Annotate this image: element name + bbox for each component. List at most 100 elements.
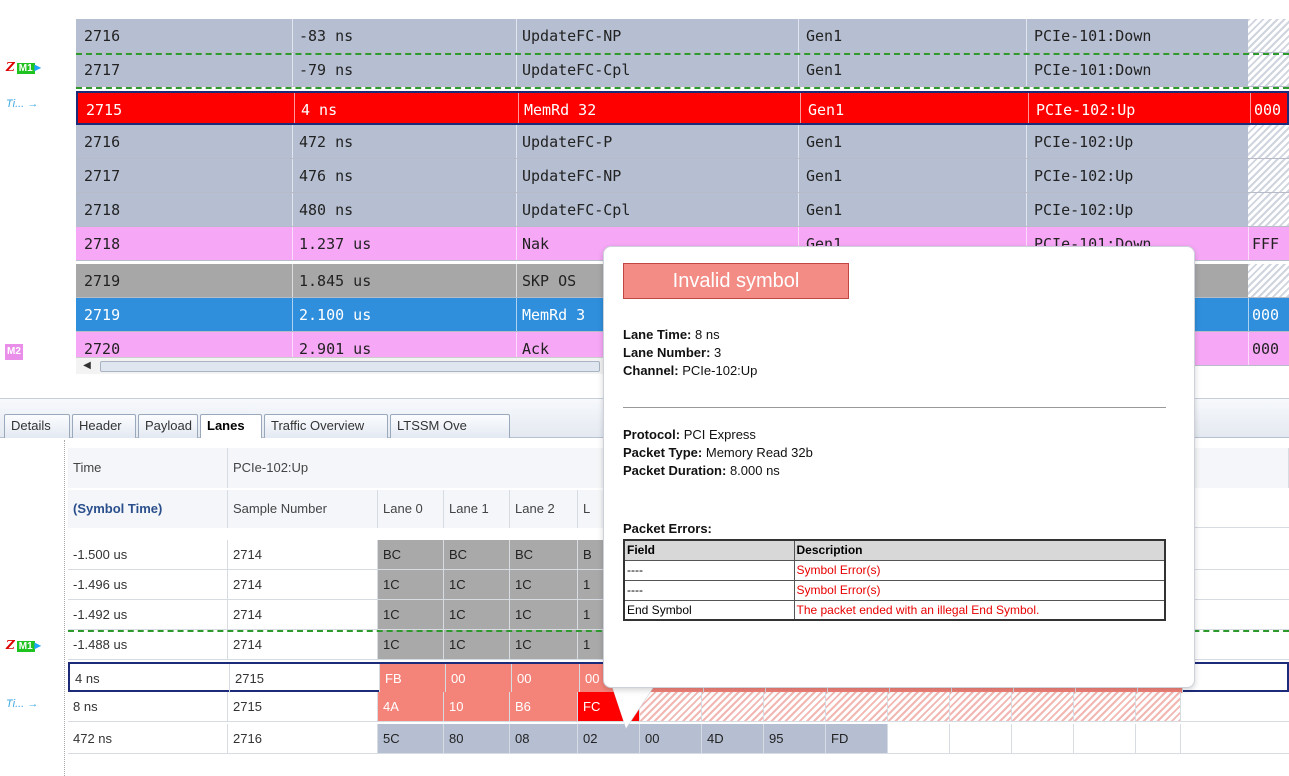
horizontal-scrollbar[interactable]: ◀ [76,357,606,374]
lane-cell-value [1136,724,1181,753]
column-divider [292,53,293,86]
lane-cell-value: 00 [640,724,702,753]
packet-cell-gen: Gen1 [806,27,843,45]
column-divider [798,193,799,226]
packet-cell-num: 2719 [84,272,121,290]
lane-cell-time: -1.496 us [68,570,228,599]
lane-cell-value: 95 [764,724,826,753]
lane-row[interactable]: 472 ns 2716 5C 80 08 02 00 4D 95 FD [68,724,1289,754]
lane-cell-value: 80 [444,724,510,753]
error-field: ---- [623,559,795,581]
packet-row[interactable]: 2717 -79 ns UpdateFC-Cpl Gen1 PCIe-101:Down [76,53,1289,87]
lane-cell-value: 1C [444,630,510,659]
column-divider [516,19,517,52]
marker-m2[interactable]: M2 [5,344,23,360]
column-divider [294,93,295,123]
column-divider [518,93,519,123]
errors-header-description: Description [793,539,1166,561]
column-divider [292,298,293,331]
lane-cell-value: 1C [510,600,578,629]
packet-row[interactable]: 2716 -83 ns UpdateFC-NP Gen1 PCIe-101:Down [76,19,1289,53]
lane-cell-value: 4A [378,692,444,721]
lane-cell-value: 5C [378,724,444,753]
lane-cell-value [950,692,1012,721]
packet-cell-type: UpdateFC-NP [522,27,622,45]
packet-cell-num: 2717 [84,61,121,79]
marker-m1[interactable]: Z M1 ▸ [6,60,41,74]
header-symbol-time: (Symbol Time) [68,490,228,528]
column-divider [1026,53,1027,86]
lane-cell-sample: 2715 [228,692,378,721]
tab-lanes[interactable]: Lanes [200,414,262,438]
scroll-left-icon[interactable]: ◀ [80,360,94,373]
marker-z-icon: Z [6,638,15,652]
packet-cell-gen: Gen1 [808,101,845,119]
lane-cell-value [950,724,1012,753]
marker-line [76,87,1289,89]
packet-row[interactable]: 2717 476 ns UpdateFC-NP Gen1 PCIe-102:Up [76,159,1289,193]
lane-row[interactable]: 8 ns 2715 4A 10 B6 FC [68,692,1289,722]
lane-cell-value: 1C [378,600,444,629]
lane-cell-value [826,692,888,721]
packet-cell-time: 1.237 us [299,235,372,253]
lane-cell-value [1074,724,1136,753]
hatched-cell [1248,159,1289,192]
lane-cell-time: -1.492 us [68,600,228,629]
lane-cell-value [1136,692,1181,721]
lane-cell-value: 1C [510,630,578,659]
marker-ti-label: Ti... [6,698,25,710]
column-divider [1026,19,1027,52]
packet-cell-time: -83 ns [299,27,354,45]
packet-cell-time: 480 ns [299,201,354,219]
lane-number-line: Lane Number: 3 [623,345,721,360]
protocol-value: PCI Express [683,427,756,442]
packet-duration-line: Packet Duration: 8.000 ns [623,463,780,478]
packet-cell-type: UpdateFC-P [522,133,613,151]
column-divider [516,264,517,297]
channel-line: Channel: PCIe-102:Up [623,363,757,378]
errors-header-field: Field [623,539,795,561]
tab-ltssm-ove[interactable]: LTSSM Ove [390,414,510,438]
lane-cell-value: BC [510,540,578,569]
packet-row[interactable]: 2718 480 ns UpdateFC-Cpl Gen1 PCIe-102:Up [76,193,1289,227]
packet-row[interactable]: 2715 4 ns MemRd 32 Gen1 PCIe-102:Up 000 [76,91,1289,125]
packet-cell-channel: PCIe-101:Down [1034,61,1152,79]
column-divider [516,298,517,331]
marker-m1-lanes[interactable]: Z M1 ▸ [6,638,41,652]
error-description: Symbol Error(s) [793,559,1166,581]
marker-m1-tag: M1 [16,63,35,74]
tab-details[interactable]: Details [4,414,70,438]
lane-time-line: Lane Time: 8 ns [623,327,720,342]
column-divider [516,53,517,86]
scrollbar-thumb[interactable] [100,361,600,372]
packet-cell-num: 2718 [84,235,121,253]
tab-header[interactable]: Header [72,414,136,438]
lane-cell-value: 10 [444,692,510,721]
packet-cell-channel: PCIe-102:Up [1034,167,1134,185]
lane-cell-sample: 2715 [230,664,380,693]
packet-row[interactable]: 2716 472 ns UpdateFC-P Gen1 PCIe-102:Up [76,125,1289,159]
lane-cell-value: 00 [512,664,580,693]
lane-cell-value: 1C [510,570,578,599]
packet-errors-label: Packet Errors: [623,521,712,536]
arrow-right-icon: ▸ [34,638,41,652]
errors-header-row: Field Description [623,539,1166,561]
column-divider [292,125,293,158]
error-description: The packet ended with an illegal End Sym… [793,599,1166,621]
popup-pointer [612,686,654,728]
lane-cell-value [1012,724,1074,753]
packet-cell-type: Nak [522,235,550,253]
packet-cell-type: UpdateFC-Cpl [522,201,631,219]
packet-duration-value: 8.000 ns [729,463,780,478]
marker-ti-lanes[interactable]: Ti... → [6,698,38,710]
lane-cell-time: 8 ns [68,692,228,721]
column-divider [800,93,801,123]
hatched-cell [1248,53,1289,86]
column-divider [1248,332,1249,365]
tab-traffic-overview[interactable]: Traffic Overview [264,414,388,438]
marker-ti[interactable]: Ti... → [6,98,38,110]
packet-cell-time: 4 ns [301,101,338,119]
packet-type-value: Memory Read 32b [705,445,813,460]
tab-payload[interactable]: Payload [138,414,198,438]
lane-cell-value: B6 [510,692,578,721]
